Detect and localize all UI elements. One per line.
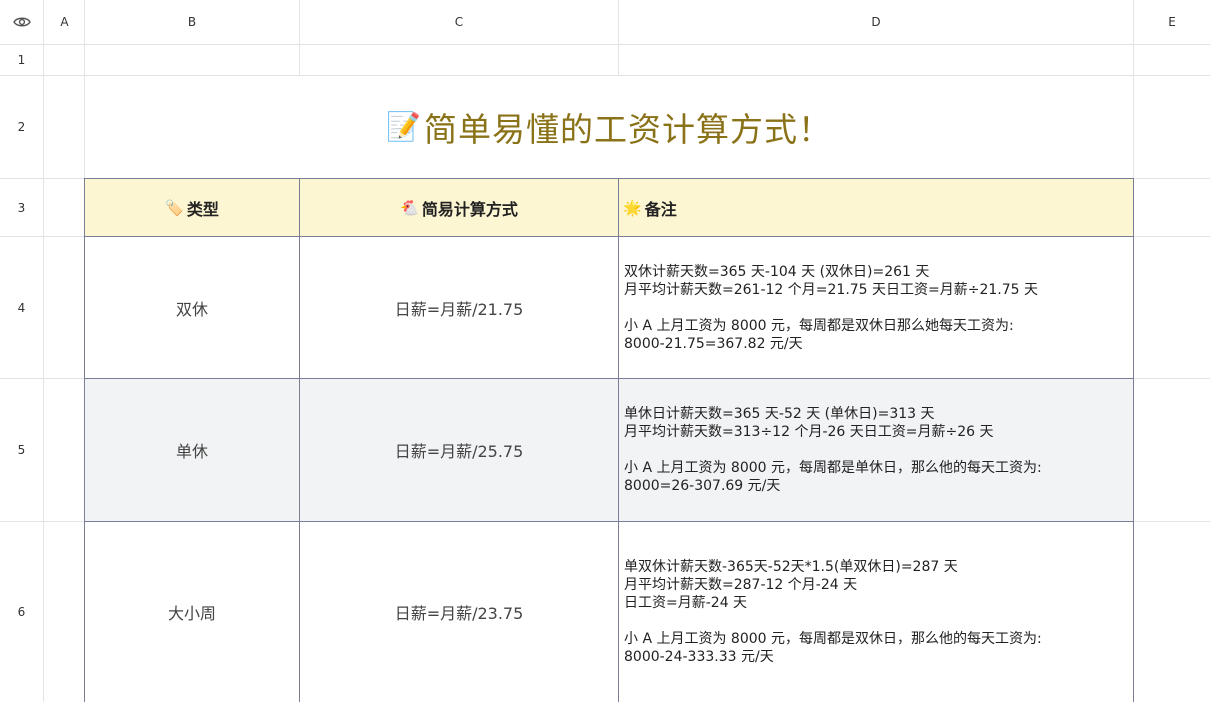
- sheet-title[interactable]: 📝 简单易懂的工资计算方式！: [85, 75, 1133, 178]
- note-line: 月平均计薪天数=313÷12 个月-26 天日工资=月薪÷26 天: [624, 424, 994, 440]
- table-border: [299, 178, 300, 702]
- note-line: 单双休计薪天数-365天-52天*1.5(单双休日)=287 天: [624, 559, 958, 575]
- note-spacer: [624, 612, 1133, 630]
- note-line: 小 A 上月工资为 8000 元，每周都是单休日，那么他的每天工资为:: [624, 460, 1042, 476]
- memo-icon: 📝: [386, 110, 422, 143]
- glowing-star-icon: 🌟: [623, 198, 642, 217]
- sheet-title-text: 简单易懂的工资计算方式！: [423, 109, 832, 149]
- type-cell[interactable]: 大小周: [85, 522, 299, 702]
- header-cell-formula[interactable]: 🐔 简易计算方式: [300, 179, 618, 236]
- note-line: 小 A 上月工资为 8000 元，每周都是双休日，那么他的每天工资为:: [624, 631, 1042, 647]
- label-tag-icon: 🏷️: [165, 198, 184, 217]
- type-cell[interactable]: 单休: [85, 379, 299, 521]
- chicken-icon: 🐔: [400, 198, 419, 217]
- table-border: [84, 521, 1134, 522]
- gridline: [0, 44, 1210, 45]
- column-header-c[interactable]: C: [300, 0, 618, 44]
- eye-icon: [12, 17, 31, 27]
- note-line: 8000-21.75=367.82 元/天: [624, 335, 803, 352]
- table-border: [84, 178, 1134, 179]
- row-header-3[interactable]: 3: [0, 179, 43, 236]
- gridline: [43, 0, 44, 702]
- header-cell-type[interactable]: 🏷️ 类型: [85, 179, 299, 236]
- row-header-1[interactable]: 1: [0, 45, 43, 75]
- note-cell[interactable]: 单双休计薪天数-365天-52天*1.5(单双休日)=287 天 月平均计薪天数…: [619, 522, 1133, 702]
- type-cell[interactable]: 双休: [85, 237, 299, 378]
- visibility-toggle[interactable]: [0, 0, 43, 44]
- row-header-5[interactable]: 5: [0, 379, 43, 521]
- note-line: 月平均计薪天数=261-12 个月=21.75 天日工资=月薪÷21.75 天: [624, 281, 1039, 298]
- header-label-type: 类型: [186, 199, 219, 219]
- note-line: 小 A 上月工资为 8000 元，每周都是双休日那么她每天工资为:: [624, 317, 1014, 334]
- note-line: 日工资=月薪-24 天: [624, 595, 748, 611]
- header-label-notes: 备注: [644, 199, 677, 219]
- note-spacer: [624, 441, 1133, 459]
- column-header-a[interactable]: A: [44, 0, 85, 44]
- gridline: [618, 0, 619, 76]
- column-header-d[interactable]: D: [619, 0, 1133, 44]
- column-header-b[interactable]: B: [85, 0, 299, 44]
- note-spacer: [624, 299, 1133, 317]
- formula-cell[interactable]: 日薪=月薪/21.75: [300, 237, 618, 378]
- formula-cell[interactable]: 日薪=月薪/23.75: [300, 522, 618, 702]
- table-border: [618, 178, 619, 702]
- row-header-2[interactable]: 2: [0, 76, 43, 178]
- row-header-6[interactable]: 6: [0, 522, 43, 702]
- note-cell[interactable]: 双休计薪天数=365 天-104 天 (双休日)=261 天 月平均计薪天数=2…: [619, 237, 1133, 378]
- note-line: 月平均计薪天数=287-12 个月-24 天: [624, 577, 858, 593]
- header-label-formula: 简易计算方式: [421, 199, 518, 219]
- table-border: [84, 178, 85, 702]
- gridline: [299, 0, 300, 76]
- row-header-4[interactable]: 4: [0, 237, 43, 378]
- note-line: 单休日计薪天数=365 天-52 天 (单休日)=313 天: [624, 406, 935, 422]
- formula-cell[interactable]: 日薪=月薪/25.75: [300, 379, 618, 521]
- column-header-e[interactable]: E: [1134, 0, 1210, 44]
- table-border: [1133, 178, 1134, 702]
- note-cell[interactable]: 单休日计薪天数=365 天-52 天 (单休日)=313 天 月平均计薪天数=3…: [619, 379, 1133, 521]
- header-cell-notes[interactable]: 🌟 备注: [619, 179, 1133, 236]
- table-border: [84, 378, 1134, 379]
- note-line: 8000-24-333.33 元/天: [624, 649, 774, 665]
- note-line: 8000=26-307.69 元/天: [624, 478, 781, 494]
- table-border: [84, 236, 1134, 237]
- note-line: 双休计薪天数=365 天-104 天 (双休日)=261 天: [624, 263, 930, 280]
